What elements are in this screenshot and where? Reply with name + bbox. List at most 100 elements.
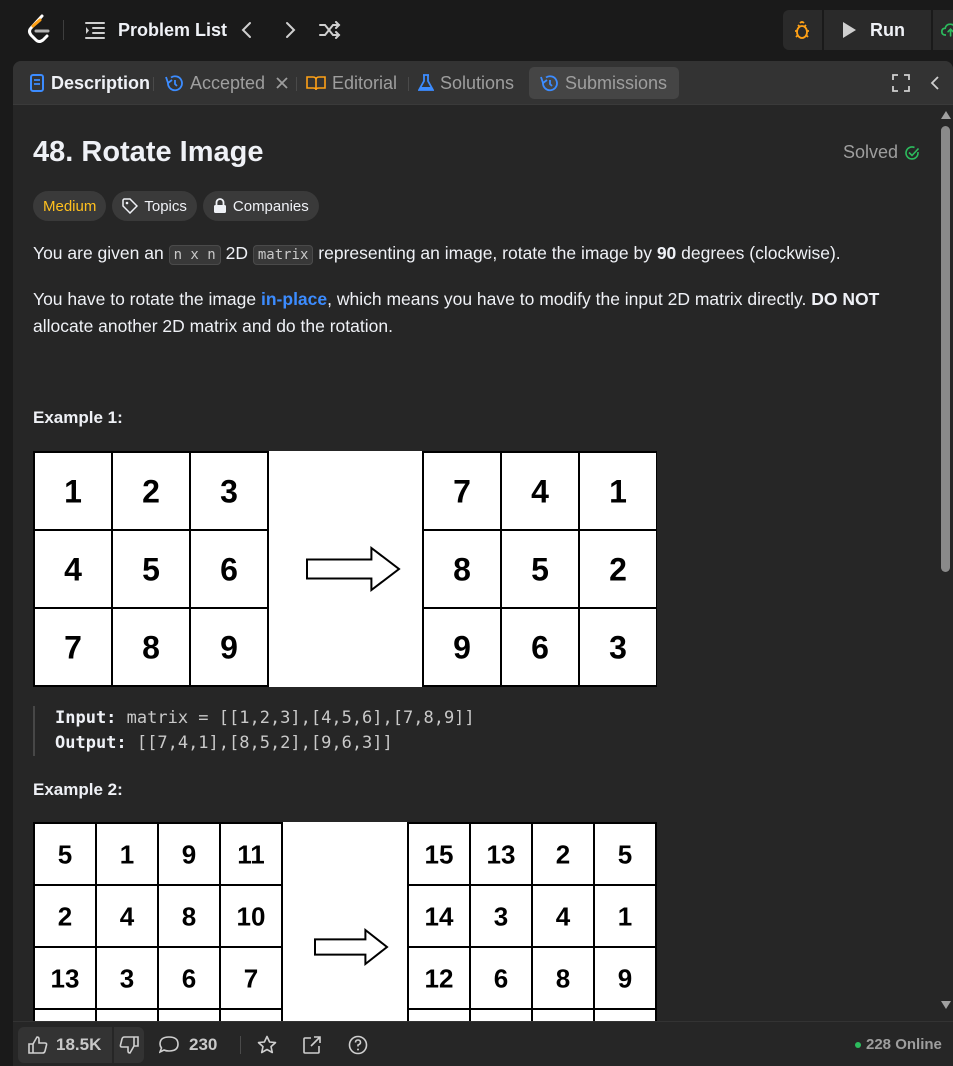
tab-solutions[interactable]: Solutions	[418, 67, 514, 99]
input-line: Input: matrix = [[1,2,3],[4,5,6],[7,8,9]…	[55, 706, 903, 731]
flask-icon	[418, 74, 434, 91]
tab-description[interactable]: Description	[29, 67, 150, 99]
output-matrix-cell	[593, 1008, 657, 1021]
tab-description-label: Description	[51, 72, 151, 93]
next-problem-icon[interactable]	[276, 16, 304, 44]
output-line: Output: [[7,4,1],[8,5,2],[9,6,3]]	[55, 731, 903, 756]
example-2-figure: 5 1 9 11 2 4 8 10 13 3 6 7 15 13 2 5 14 3 4 1 12 6 8 9	[33, 822, 657, 1021]
arrow-right-icon	[314, 927, 389, 967]
output-matrix-value: 15	[425, 839, 454, 869]
output-matrix-value: 9	[618, 963, 632, 993]
prev-problem-icon[interactable]	[233, 16, 261, 44]
tab-editorial-label: Editorial	[332, 72, 398, 93]
input-matrix-cell	[33, 1008, 97, 1021]
share-icon[interactable]	[301, 1034, 323, 1056]
output-matrix-value: 12	[425, 963, 454, 993]
shuffle-icon[interactable]	[316, 16, 344, 44]
input-matrix-value: 6	[220, 552, 238, 588]
like-button[interactable]: 18.5K	[18, 1027, 110, 1063]
fullscreen-icon[interactable]	[889, 71, 913, 95]
problem-list-link[interactable]: Problem List	[118, 20, 227, 41]
scroll-thumb[interactable]	[941, 126, 950, 572]
input-matrix-value: 10	[237, 901, 266, 931]
online-dot-icon	[855, 1041, 861, 1048]
in-place-link[interactable]: in-place	[261, 289, 327, 309]
likes-count: 18.5K	[56, 1035, 102, 1054]
topics-chip[interactable]: Topics	[112, 191, 197, 221]
output-matrix-value: 13	[487, 839, 516, 869]
output-matrix-cell	[531, 1008, 595, 1021]
document-icon	[30, 74, 44, 92]
online-count: 228 Online	[866, 1036, 942, 1053]
output-matrix-value: 4	[556, 901, 571, 931]
input-matrix-value: 3	[220, 474, 238, 510]
history-icon	[165, 75, 183, 92]
description-paragraph-2: You have to rotate the image in-place, w…	[33, 286, 903, 340]
text: degrees (clockwise).	[676, 243, 841, 263]
output-value: [[7,4,1],[8,5,2],[9,6,3]]	[126, 733, 393, 753]
output-matrix-value: 2	[556, 839, 570, 869]
tab-editorial[interactable]: Editorial	[306, 67, 397, 99]
input-matrix-cell	[219, 1008, 283, 1021]
run-button[interactable]: Run	[824, 10, 928, 50]
input-matrix-value: 11	[237, 839, 265, 869]
tab-solutions-label: Solutions	[440, 72, 515, 93]
output-matrix-value: 6	[494, 963, 508, 993]
solved-status: Solved	[843, 142, 920, 163]
description-content: 48. Rotate Image Solved Medium Topics Co…	[13, 106, 938, 1021]
tab-accepted[interactable]: Accepted	[164, 67, 289, 99]
comments-button[interactable]: 230	[159, 1035, 217, 1055]
output-matrix-value: 5	[618, 839, 632, 869]
input-value: matrix = [[1,2,3],[4,5,6],[7,8,9]]	[116, 708, 475, 728]
dislike-button[interactable]	[112, 1027, 144, 1063]
tab-submissions[interactable]: Submissions	[529, 67, 680, 99]
tab-accepted-label: Accepted	[190, 72, 266, 93]
input-matrix-value: 13	[51, 963, 80, 993]
topics-label: Topics	[144, 197, 187, 215]
difficulty-badge: Medium	[33, 191, 107, 221]
example-1-io: Input: matrix = [[1,2,3],[4,5,6],[7,8,9]…	[33, 706, 903, 756]
star-icon[interactable]	[256, 1034, 278, 1056]
scroll-down-icon[interactable]	[941, 1001, 951, 1009]
output-matrix-value: 1	[618, 901, 632, 931]
output-matrix-cell	[407, 1008, 471, 1021]
bold-text: 90	[656, 243, 677, 263]
collapse-panel-icon[interactable]	[923, 71, 947, 95]
input-label: Input:	[55, 708, 117, 728]
run-label: Run	[870, 19, 905, 40]
input-matrix-value: 1	[120, 839, 134, 869]
companies-chip[interactable]: Companies	[202, 191, 319, 221]
text: 2D	[220, 243, 253, 263]
output-matrix-value: 2	[609, 552, 627, 588]
companies-label: Companies	[232, 197, 309, 215]
help-icon[interactable]	[347, 1034, 369, 1056]
top-bar: Problem List Run	[0, 0, 953, 60]
output-matrix-value: 8	[453, 552, 471, 588]
submit-cloud-icon[interactable]	[931, 10, 953, 50]
close-icon[interactable]	[275, 76, 289, 90]
output-matrix-value: 9	[453, 630, 471, 666]
input-matrix-value: 5	[142, 552, 160, 588]
output-matrix-cell	[469, 1008, 533, 1021]
inline-code: n x n	[168, 245, 221, 265]
text: allocate another 2D matrix and do the ro…	[33, 316, 393, 336]
text: You are given an	[33, 243, 169, 263]
output-matrix-value: 8	[556, 963, 570, 993]
thumbs-down-icon	[119, 1036, 139, 1054]
input-matrix-cell	[157, 1008, 221, 1021]
scrollbar[interactable]	[938, 106, 953, 1021]
bold-text: DO NOT	[811, 289, 880, 309]
list-icon[interactable]	[84, 20, 106, 40]
description-paragraph-1: You are given an n x n 2D matrix represe…	[33, 240, 903, 269]
input-matrix-value: 4	[64, 552, 82, 588]
debug-icon[interactable]	[783, 10, 821, 50]
leetcode-logo-icon[interactable]	[26, 14, 54, 46]
arrow-right-icon	[306, 545, 401, 593]
play-icon	[843, 22, 856, 38]
scroll-up-icon[interactable]	[941, 111, 951, 119]
input-matrix-value: 3	[120, 963, 134, 993]
input-matrix-cell	[95, 1008, 159, 1021]
problem-title: 48. Rotate Image	[33, 136, 264, 168]
online-indicator: 228 Online	[855, 1036, 942, 1053]
output-label: Output:	[55, 733, 127, 753]
